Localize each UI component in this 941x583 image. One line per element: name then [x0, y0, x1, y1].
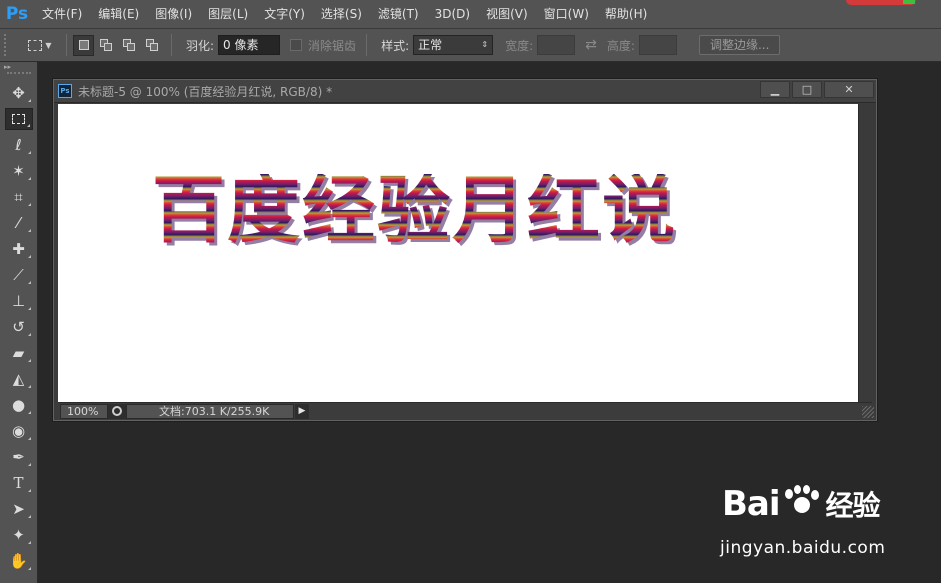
chevron-updown-icon: ⇕: [481, 40, 489, 49]
add-to-selection-button[interactable]: [96, 35, 117, 56]
subtract-selection-icon: [123, 39, 136, 51]
style-label: 样式:: [381, 38, 410, 53]
dodge-tool-icon[interactable]: ◉: [5, 420, 33, 442]
photoshop-logo: Ps: [5, 4, 29, 24]
new-selection-icon: [78, 40, 89, 50]
watermark-brand-left: Bai: [722, 484, 781, 524]
tools-panel: ▸▸ ✥ ℓ ✶ ⌗ ⁄ ✚ ⟋ ⊥ ↺ ▰ ◭ ● ◉ ✒ T ➤ ✦ ✋: [0, 62, 38, 583]
rect-marquee-tool-icon[interactable]: [4, 108, 33, 130]
menu-3d[interactable]: 3D(D): [427, 0, 478, 29]
paw-icon: [782, 485, 820, 523]
resize-grip-icon[interactable]: [862, 406, 874, 418]
rect-marquee-icon: [28, 39, 43, 51]
subtract-from-selection-button[interactable]: [119, 35, 140, 56]
collapse-panel-icon[interactable]: ▸▸: [0, 62, 37, 72]
healing-brush-tool-icon[interactable]: ✚: [5, 238, 33, 260]
pen-tool-icon[interactable]: ✒: [5, 446, 33, 468]
feather-input[interactable]: 0 像素: [218, 35, 281, 55]
watermark-logo: Bai 经验: [722, 484, 881, 524]
photoshop-doc-icon: Ps: [58, 84, 72, 98]
eyedropper-tool-icon[interactable]: ⁄: [5, 212, 33, 234]
divider: [171, 34, 172, 56]
status-bar: 100% 文档:703.1 K/255.9K ▶: [58, 402, 872, 419]
intersect-selection-icon: [146, 39, 159, 51]
intersect-selection-button[interactable]: [142, 35, 163, 56]
paint-bucket-tool-icon[interactable]: ◭: [5, 368, 33, 390]
zoom-level[interactable]: 100%: [60, 403, 108, 419]
custom-shape-tool-icon[interactable]: ✦: [5, 524, 33, 546]
height-label: 高度:: [606, 38, 635, 53]
status-menu-arrow-icon[interactable]: ▶: [295, 403, 309, 419]
tools-panel-grip[interactable]: [6, 72, 31, 76]
document-titlebar[interactable]: Ps 未标题-5 @ 100% (百度经验月红说, RGB/8) * ▁ □ ✕: [54, 80, 876, 103]
antialias-label: 消除锯齿: [308, 38, 357, 53]
menu-window[interactable]: 窗口(W): [536, 0, 597, 29]
new-selection-button[interactable]: [73, 34, 94, 56]
height-input[interactable]: [638, 35, 677, 55]
divider: [366, 34, 368, 56]
menu-help[interactable]: 帮助(H): [597, 0, 655, 29]
chevron-down-icon: ▼: [45, 40, 52, 50]
baidu-jingyan-watermark: Bai 经验 jingyan.baidu.com: [718, 484, 898, 564]
divider: [66, 34, 67, 56]
canvas[interactable]: 百度经验月红说: [58, 104, 858, 402]
maximize-button[interactable]: □: [792, 81, 822, 98]
path-selection-tool-icon[interactable]: ➤: [5, 498, 33, 520]
style-select-value: 正常: [418, 38, 443, 52]
document-window: Ps 未标题-5 @ 100% (百度经验月红说, RGB/8) * ▁ □ ✕…: [53, 79, 877, 421]
eraser-tool-icon[interactable]: ▰: [5, 342, 33, 364]
options-bar-grip[interactable]: [4, 34, 12, 56]
lasso-tool-icon[interactable]: ℓ: [5, 134, 33, 156]
watermark-url: jingyan.baidu.com: [720, 538, 886, 558]
clone-stamp-tool-icon[interactable]: ⊥: [5, 290, 33, 312]
menu-type[interactable]: 文字(Y): [256, 0, 313, 29]
brush-tool-icon[interactable]: ⟋: [5, 264, 33, 286]
document-info: 文档:703.1 K/255.9K: [126, 403, 294, 419]
blur-tool-icon[interactable]: ●: [5, 394, 33, 416]
hand-tool-icon[interactable]: ✋: [5, 550, 33, 572]
menu-image[interactable]: 图像(I): [147, 0, 200, 29]
minimize-button[interactable]: ▁: [760, 81, 790, 98]
add-selection-icon: [100, 39, 113, 51]
antialias-checkbox[interactable]: [290, 39, 303, 51]
type-tool-icon[interactable]: T: [5, 472, 33, 494]
document-window-controls: ▁ □ ✕: [758, 81, 874, 98]
menu-edit[interactable]: 编辑(E): [90, 0, 147, 29]
marquee-glyph: [12, 114, 25, 124]
move-tool-icon[interactable]: ✥: [5, 82, 33, 104]
canvas-text-layer: 百度经验月红说: [152, 168, 677, 253]
status-info-icon[interactable]: [108, 403, 126, 419]
refine-edge-button[interactable]: 调整边缘...: [698, 35, 781, 55]
menu-file[interactable]: 文件(F): [34, 0, 90, 29]
watermark-brand-right: 经验: [825, 489, 881, 522]
vertical-scrollbar[interactable]: [858, 104, 876, 402]
width-input[interactable]: [537, 35, 576, 55]
swap-icon[interactable]: ⇄: [585, 37, 597, 53]
menu-select[interactable]: 选择(S): [313, 0, 370, 29]
document-title: 未标题-5 @ 100% (百度经验月红说, RGB/8) *: [78, 84, 333, 99]
menu-bar: Ps 文件(F) 编辑(E) 图像(I) 图层(L) 文字(Y) 选择(S) 滤…: [0, 0, 941, 29]
menu-view[interactable]: 视图(V): [478, 0, 536, 29]
history-brush-tool-icon[interactable]: ↺: [5, 316, 33, 338]
menu-layer[interactable]: 图层(L): [200, 0, 256, 29]
tool-preset-picker[interactable]: ▼: [20, 33, 60, 57]
crop-tool-icon[interactable]: ⌗: [5, 186, 33, 208]
magic-wand-tool-icon[interactable]: ✶: [5, 160, 33, 182]
options-bar: ▼ 羽化: 0 像素 消除锯齿 样式: 正常 ⇕ 宽度: ⇄ 高度: 调整边缘.…: [0, 29, 941, 62]
close-button[interactable]: ✕: [824, 81, 874, 98]
window-status-indicator: [903, 0, 915, 4]
menu-filter[interactable]: 滤镜(T): [370, 0, 427, 29]
width-label: 宽度:: [505, 38, 534, 53]
feather-label: 羽化:: [186, 38, 215, 53]
style-select[interactable]: 正常 ⇕: [413, 35, 494, 55]
